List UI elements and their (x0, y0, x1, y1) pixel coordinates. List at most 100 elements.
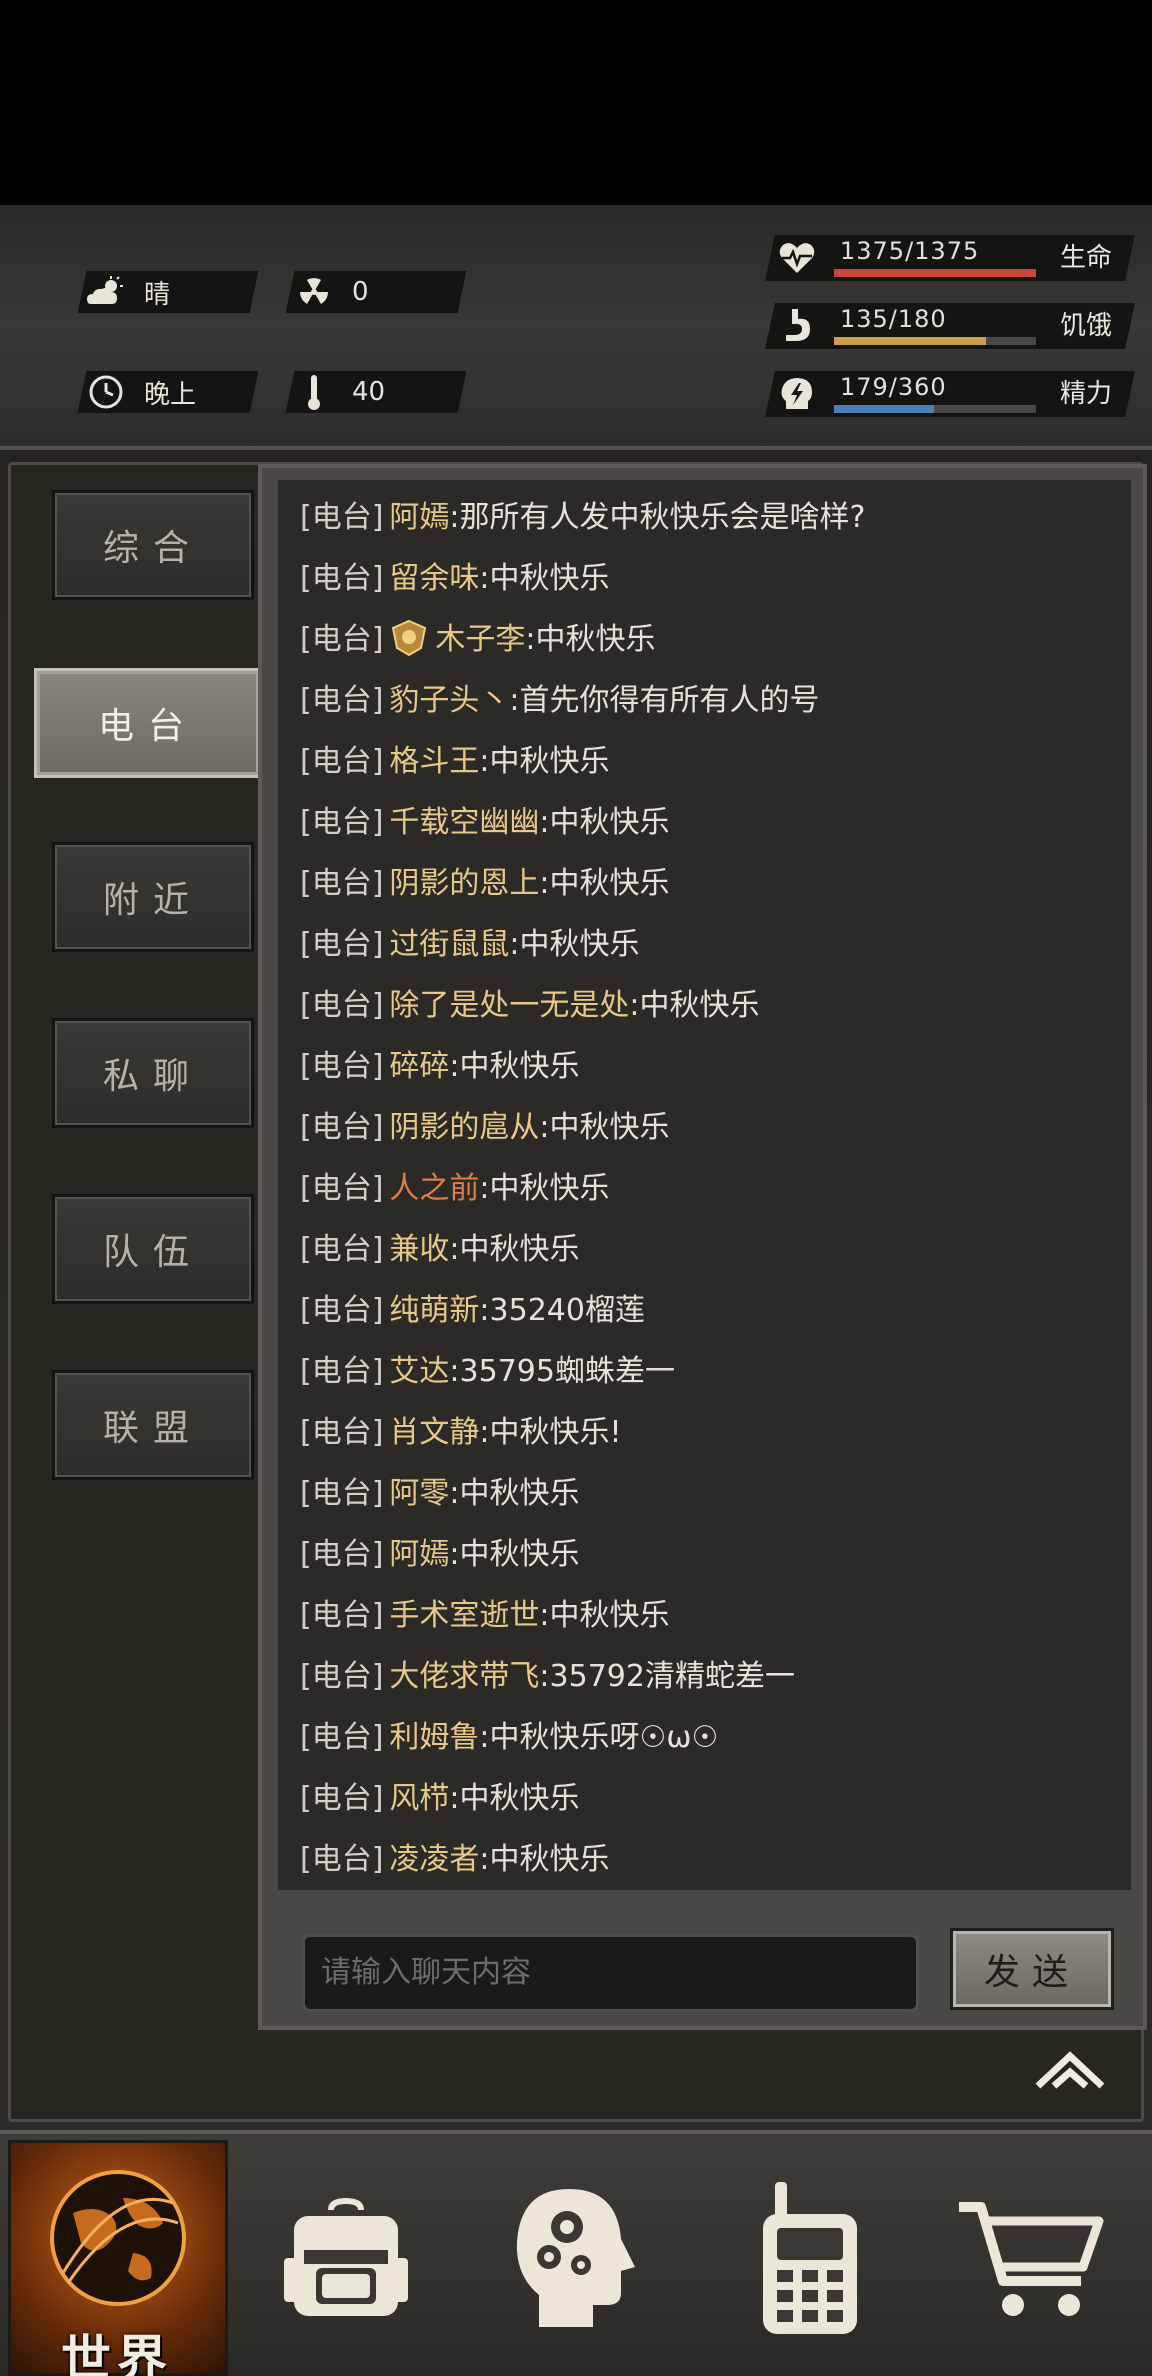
sender-name[interactable]: 手术室逝世 (389, 1598, 539, 1633)
chat-message: [电台] 阿零:中秋快乐 (278, 1476, 1131, 1537)
sender-name[interactable]: 兼收 (389, 1232, 449, 1267)
chat-message: [电台] 阿嫣:那所有人发中秋快乐会是啥样? (278, 500, 1131, 561)
channel-tag: [电台] (300, 500, 384, 535)
send-button[interactable]: 发送 (950, 1928, 1114, 2010)
hunger-track (834, 337, 1036, 345)
sender-name[interactable]: 阿嫣 (389, 500, 449, 535)
chat-message: [电台] 格斗王:中秋快乐 (278, 744, 1131, 805)
chat-message: [电台] 肖文静:中秋快乐! (278, 1415, 1131, 1476)
sender-name[interactable]: 利姆鲁 (389, 1720, 479, 1755)
channel-tag: [电台] (300, 1415, 384, 1450)
chat-message: [电台] 手术室逝世:中秋快乐 (278, 1598, 1131, 1659)
chat-message: [电台] 除了是处一无是处:中秋快乐 (278, 988, 1131, 1049)
sender-name[interactable]: 木子李 (435, 622, 525, 657)
radiation-chip: 0 (285, 271, 467, 313)
health-label: 生命 (1059, 243, 1112, 273)
channel-tag: [电台] (300, 927, 384, 962)
message-text: :中秋快乐 (539, 805, 670, 840)
channel-tag: [电台] (300, 1293, 384, 1328)
energy-label: 精力 (1059, 379, 1112, 409)
message-text: :中秋快乐 (539, 1110, 670, 1145)
channel-tag: [电台] (300, 1781, 384, 1816)
chat-message: [电台] 艾达:35795蜘蛛差一 (278, 1354, 1131, 1415)
weather-value: 晴 (144, 279, 171, 310)
sender-name[interactable]: 阿嫣 (389, 1537, 449, 1572)
energy-bar: 179/360 精力 (765, 371, 1135, 417)
message-text: :中秋快乐 (539, 866, 670, 901)
brain-bolt-icon (778, 375, 816, 413)
sender-name[interactable]: 阴影的恩上 (389, 866, 539, 901)
message-text: :中秋快乐! (479, 1415, 622, 1450)
hunger-value: 135/180 (840, 305, 947, 333)
tab-nearby[interactable]: 附近 (52, 842, 254, 952)
sender-name[interactable]: 艾达 (389, 1354, 449, 1389)
sender-name[interactable]: 纯萌新 (389, 1293, 479, 1328)
channel-tag: [电台] (300, 988, 384, 1023)
message-text: :中秋快乐 (479, 744, 610, 779)
time-value: 晚上 (144, 379, 197, 410)
message-text: :中秋快乐 (479, 561, 610, 596)
chat-panel: [电台] 阿嫣:那所有人发中秋快乐会是啥样? [电台] 留余味:中秋快乐 [电台] 木子李… (258, 464, 1147, 2030)
double-chevron-up-icon (1035, 2051, 1105, 2089)
heartbeat-icon (778, 239, 816, 277)
nav-backpack[interactable] (236, 2140, 456, 2376)
sender-name[interactable]: 阴影的扈从 (389, 1110, 539, 1145)
time-chip: 晚上 (77, 371, 259, 413)
channel-tag: [电台] (300, 1476, 384, 1511)
nav-skills[interactable] (464, 2140, 684, 2376)
radiation-icon (290, 271, 338, 313)
channel-tag: [电台] (300, 1232, 384, 1267)
tab-private[interactable]: 私聊 (52, 1018, 254, 1128)
sender-name[interactable]: 格斗王 (389, 744, 479, 779)
chat-message: [电台] 纯萌新:35240榴莲 (278, 1293, 1131, 1354)
sender-name[interactable]: 过街鼠鼠 (389, 927, 509, 962)
channel-tag: [电台] (300, 1720, 384, 1755)
sender-name[interactable]: 碎碎 (389, 1049, 449, 1084)
sender-name[interactable]: 肖文静 (389, 1415, 479, 1450)
hunger-bar: 135/180 饥饿 (765, 303, 1135, 349)
sender-name[interactable]: 留余味 (389, 561, 479, 596)
channel-tag: [电台] (300, 1171, 384, 1206)
sender-name[interactable]: 大佬求带飞 (389, 1659, 539, 1694)
skills-head-icon (516, 2189, 635, 2327)
sender-name[interactable]: 千载空幽幽 (389, 805, 539, 840)
sender-name[interactable]: 风栉 (389, 1781, 449, 1816)
chat-message: [电台] 阴影的扈从:中秋快乐 (278, 1110, 1131, 1171)
bottom-nav: 世界 (0, 2130, 1152, 2376)
health-value: 1375/1375 (840, 237, 980, 265)
channel-tag: [电台] (300, 622, 384, 657)
tab-team[interactable]: 队伍 (52, 1194, 254, 1304)
channel-tag: [电台] (300, 1537, 384, 1572)
collapse-button[interactable] (1030, 2042, 1110, 2094)
channel-tag: [电台] (300, 805, 384, 840)
chat-log[interactable]: [电台] 阿嫣:那所有人发中秋快乐会是啥样? [电台] 留余味:中秋快乐 [电台] 木子李… (278, 480, 1131, 1890)
nav-world[interactable]: 世界 (8, 2140, 228, 2376)
nav-radio[interactable] (700, 2140, 920, 2376)
sender-name[interactable]: 豹子头丶 (389, 683, 509, 718)
chat-message: [电台] 豹子头丶:首先你得有所有人的号 (278, 683, 1131, 744)
radiation-value: 0 (352, 277, 369, 307)
health-track (834, 269, 1036, 277)
tab-alliance[interactable]: 联盟 (52, 1370, 254, 1480)
tab-radio[interactable]: 电台 (34, 668, 262, 778)
message-text: :中秋快乐 (449, 1537, 580, 1572)
message-text: :中秋快乐 (449, 1232, 580, 1267)
channel-tag: [电台] (300, 683, 384, 718)
sender-name[interactable]: 凌凌者 (389, 1842, 479, 1877)
message-text: :中秋快乐 (525, 622, 656, 657)
chat-message: [电台] 兼收:中秋快乐 (278, 1232, 1131, 1293)
nav-shop[interactable] (920, 2140, 1140, 2376)
channel-tag: [电台] (300, 1598, 384, 1633)
message-text: :35240榴莲 (479, 1293, 645, 1328)
weather-sunny-cloud-icon (82, 271, 130, 313)
channel-tag: [电台] (300, 1110, 384, 1145)
sender-name[interactable]: 阿零 (389, 1476, 449, 1511)
sender-name[interactable]: 除了是处一无是处 (389, 988, 629, 1023)
stomach-icon (778, 307, 816, 345)
message-text: :中秋快乐 (479, 1842, 610, 1877)
sender-name[interactable]: 人之前 (389, 1171, 479, 1206)
chat-input[interactable]: 请输入聊天内容 (302, 1934, 919, 2012)
tab-general[interactable]: 综合 (52, 490, 254, 600)
message-text: :中秋快乐 (539, 1598, 670, 1633)
status-header: 晴 0 晚上 40 1375/1375 生命 135/180 饥饿 179/36… (0, 205, 1152, 620)
